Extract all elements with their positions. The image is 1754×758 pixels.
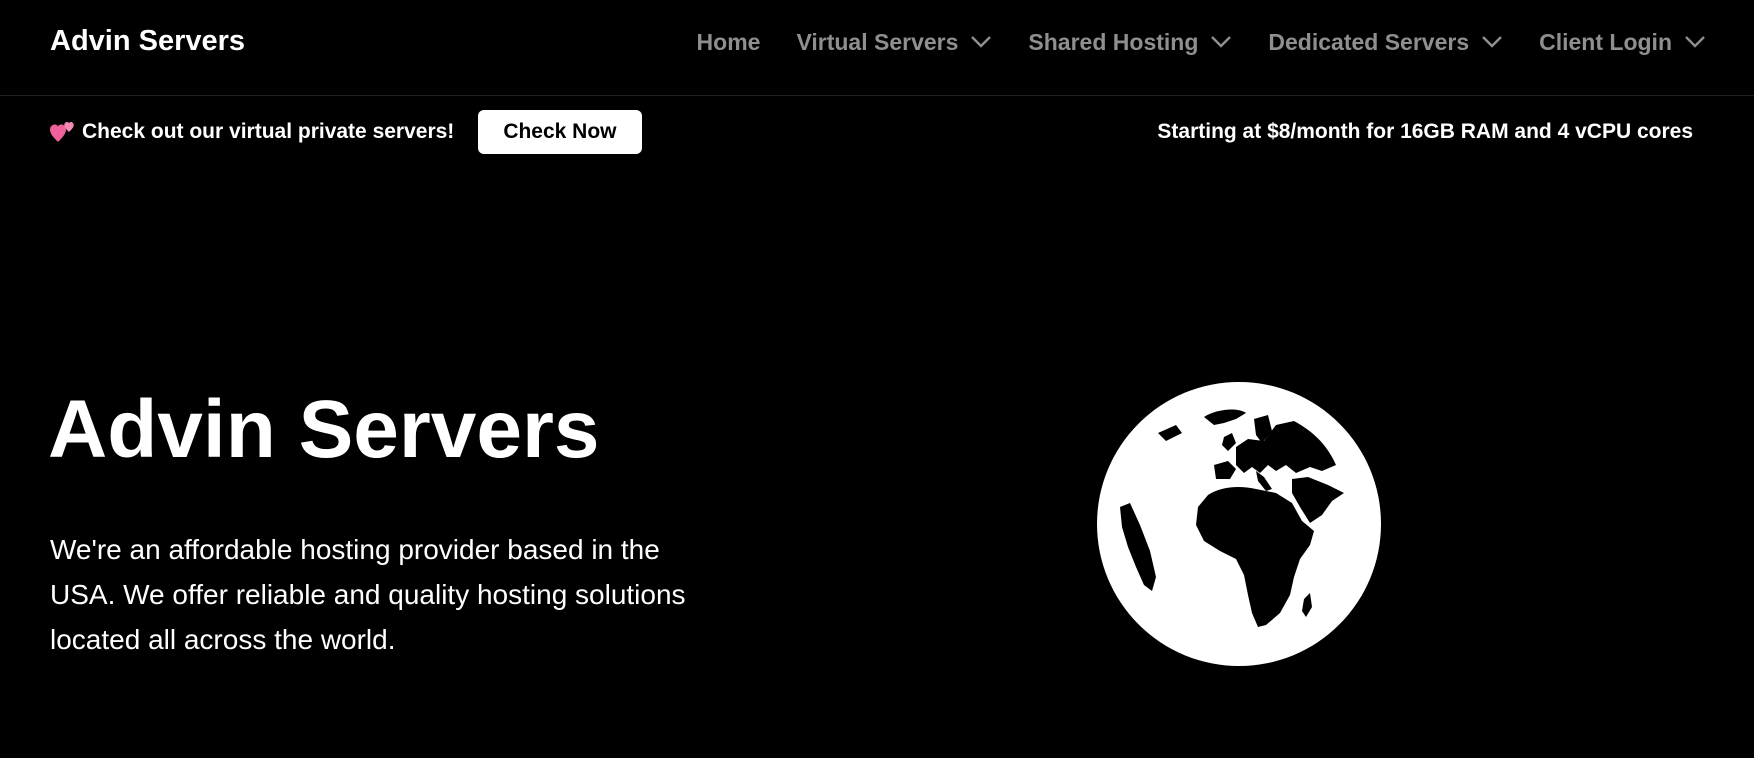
nav-home[interactable]: Home xyxy=(697,29,761,56)
check-now-button[interactable]: Check Now xyxy=(478,110,642,154)
nav-shared-hosting[interactable]: Shared Hosting xyxy=(1028,29,1232,56)
chevron-down-icon xyxy=(1210,35,1232,49)
hero-description: We're an affordable hosting provider bas… xyxy=(50,534,686,655)
chevron-down-icon xyxy=(1684,35,1706,49)
nav-virtual-servers-label: Virtual Servers xyxy=(796,28,959,55)
two-hearts-icon xyxy=(50,120,76,144)
nav-virtual-servers[interactable]: Virtual Servers xyxy=(796,29,992,56)
brand-logo[interactable]: Advin Servers xyxy=(50,22,245,60)
chevron-down-icon xyxy=(1481,35,1503,49)
globe-icon xyxy=(1096,381,1382,667)
nav-client-login[interactable]: Client Login xyxy=(1539,29,1706,56)
promo-message: Check out our virtual private servers! C… xyxy=(50,110,642,154)
promo-bar: Check out our virtual private servers! C… xyxy=(0,96,1754,168)
nav-client-login-label: Client Login xyxy=(1539,28,1672,55)
nav-shared-hosting-label: Shared Hosting xyxy=(1028,28,1199,55)
promo-text: Check out our virtual private servers! xyxy=(82,120,455,143)
site-header: Advin Servers Home Virtual Servers Share… xyxy=(0,0,1754,96)
nav-home-label: Home xyxy=(696,28,761,55)
nav-dedicated-servers-label: Dedicated Servers xyxy=(1268,28,1470,55)
main-nav: Home Virtual Servers Shared Hosting Dedi… xyxy=(697,24,1706,60)
pricing-text: Starting at $8/month for 16GB RAM and 4 … xyxy=(1157,120,1693,143)
nav-dedicated-servers[interactable]: Dedicated Servers xyxy=(1268,29,1503,56)
hero-title: Advin Servers xyxy=(48,384,600,475)
chevron-down-icon xyxy=(970,35,992,49)
